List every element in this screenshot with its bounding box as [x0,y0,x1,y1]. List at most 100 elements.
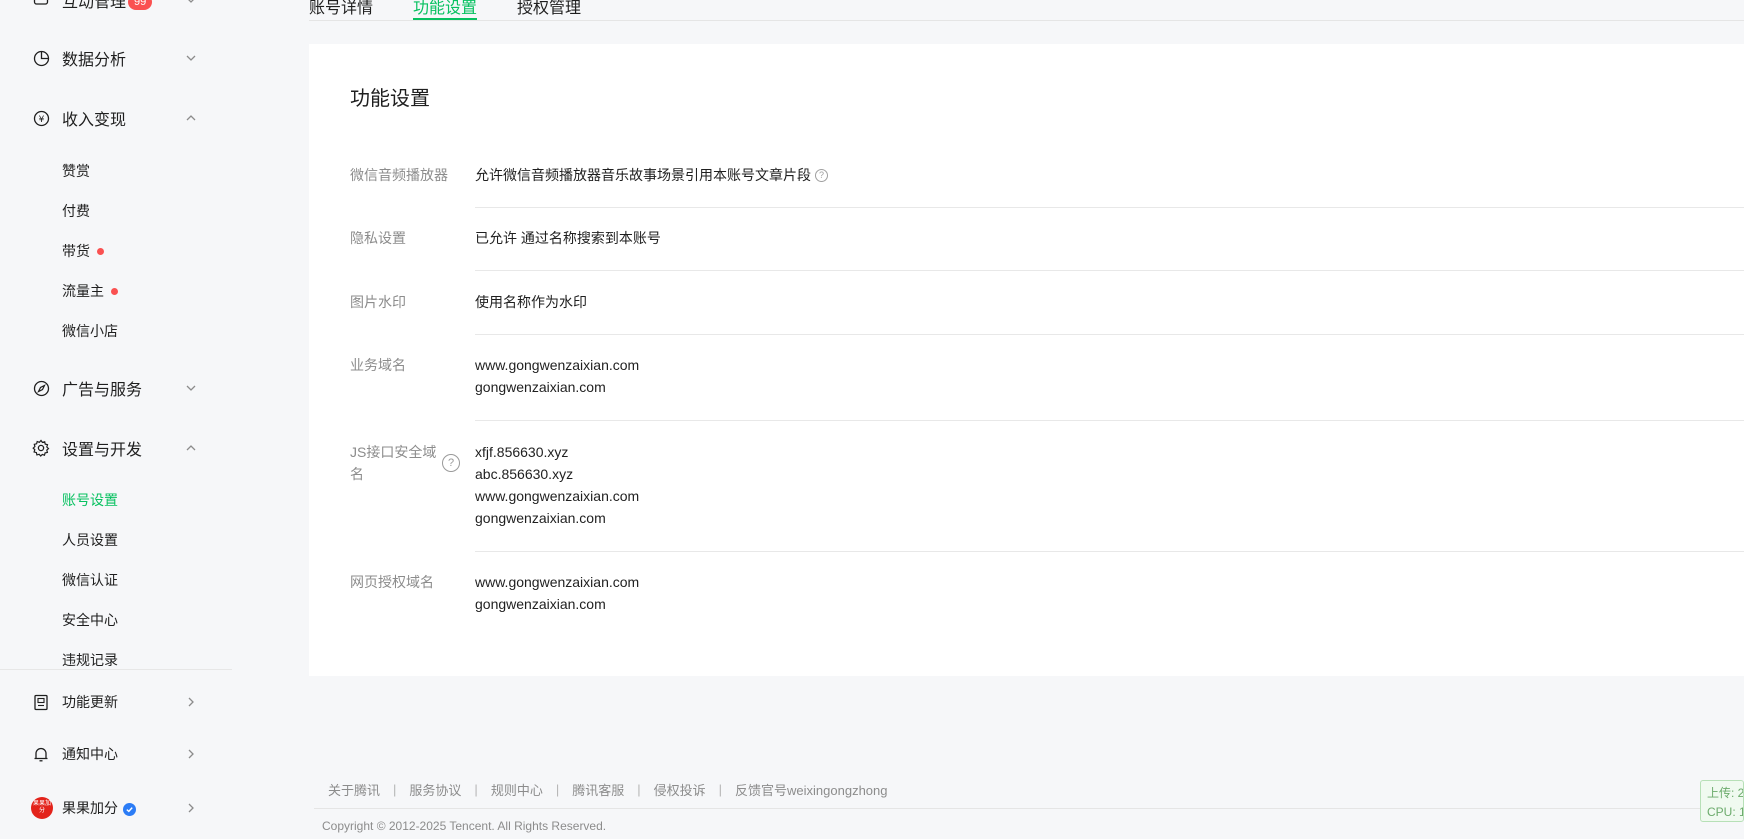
footer-separator: | [474,782,478,797]
sidebar-group-interaction[interactable]: 互动管理 99 [0,0,232,22]
domain-value: www.gongwenzaixian.com [475,357,640,373]
row-label: 图片水印 [350,294,406,310]
sidebar-group-data-analysis[interactable]: 数据分析 [0,36,232,80]
row-label-line: 名 [350,466,364,482]
footer-link-about[interactable]: 关于腾讯 [328,780,380,799]
page-title: 功能设置 [350,88,430,110]
footer-link-rules[interactable]: 规则中心 [491,780,543,799]
tab-feature-settings[interactable]: 功能设置 [413,0,477,18]
account-switcher[interactable]: 果果加分 果果加分 [0,786,232,830]
row-label-line: JS接口安全域 [350,444,437,460]
sidebar-item-label: 付费 [62,203,90,219]
notification-dot [97,247,104,255]
sidebar-item-account-settings[interactable]: 账号设置 [62,489,118,511]
sidebar-group-label: 数据分析 [62,52,127,69]
footer-separator: | [393,782,397,797]
sidebar-item-wechat-verification[interactable]: 微信认证 [62,569,118,591]
sidebar-item-feature-updates[interactable]: 功能更新 [0,680,232,724]
sidebar-group-ads-services[interactable]: 广告与服务 [0,366,232,410]
row-value-list: www.gongwenzaixian.com gongwenzaixian.co… [475,354,639,398]
copyright: Copyright © 2012-2025 Tencent. All Right… [322,819,607,833]
sidebar-item-label: 带货 [62,243,90,259]
sidebar-divider [0,669,232,670]
footer-links: 关于腾讯 | 服务协议 | 规则中心 | 腾讯客服 | 侵权投诉 | 反馈官号w… [328,780,888,799]
sidebar-item-label: 微信认证 [62,572,118,588]
verified-icon [123,802,136,816]
row-value-text: 允许微信音频播放器音乐故事场景引用本账号文章片段 [475,167,811,183]
domain-value: gongwenzaixian.com [475,510,606,526]
footer-link-terms[interactable]: 服务协议 [409,780,461,799]
pie-chart-icon [32,49,50,67]
footer-link-feedback[interactable]: 反馈官号weixingongzhong [735,780,887,799]
sidebar-item-member-settings[interactable]: 人员设置 [62,529,118,551]
avatar: 果果加分 [31,797,53,819]
row-value-list: xfjf.856630.xyz abc.856630.xyz www.gongw… [475,441,639,529]
sidebar-item-label: 人员设置 [62,532,118,548]
help-icon[interactable]: ? [442,454,460,472]
chevron-right-icon [184,747,198,761]
footer-separator: | [637,782,641,797]
row-label: 业务域名 [350,357,406,373]
sidebar: 互动管理 99 数据分析 ¥ 收入变现 赞赏 付费 带货 流量主 微信小店 广告… [0,0,232,839]
domain-value: www.gongwenzaixian.com [475,574,640,590]
active-tab-indicator [413,18,477,20]
row-value: 使用名称作为水印 [475,294,587,310]
cpu-status-line: CPU: 1 [1707,805,1744,819]
account-name: 果果加分 [62,800,118,816]
tab-bar: 账号详情 功能设置 授权管理 [309,0,1744,21]
sidebar-group-settings-dev[interactable]: 设置与开发 [0,426,232,470]
row-divider [475,207,1744,208]
sidebar-item-label: 账号设置 [62,492,118,508]
domain-value: gongwenzaixian.com [475,379,606,395]
chevron-down-icon [184,51,198,65]
sidebar-item-paid[interactable]: 付费 [62,200,90,222]
footer-link-support[interactable]: 腾讯客服 [572,780,624,799]
upload-status-line: 上传: 2 [1707,786,1744,800]
bell-icon [32,745,50,763]
feature-settings-card: 功能设置 微信音频播放器 允许微信音频播放器音乐故事场景引用本账号文章片段? 隐… [309,44,1744,676]
chevron-up-icon [184,441,198,455]
sidebar-item-violation-records[interactable]: 违规记录 [62,649,118,671]
yuan-icon: ¥ [32,109,50,127]
count-badge: 99 [128,0,153,10]
chat-icon [32,0,50,9]
sidebar-item-security-center[interactable]: 安全中心 [62,609,118,631]
sidebar-item-wechat-shop[interactable]: 微信小店 [62,320,118,342]
sidebar-item-label: 功能更新 [62,694,118,710]
footer-divider [314,808,1744,809]
account-name-wrap: 果果加分 [62,798,136,818]
row-divider [475,334,1744,335]
sidebar-item-sales[interactable]: 带货 [62,240,104,262]
sidebar-group-label: 互动管理 [62,0,127,11]
sidebar-group-income[interactable]: ¥ 收入变现 [0,96,232,140]
chevron-down-icon [184,0,198,7]
tab-authorization-management[interactable]: 授权管理 [517,0,581,18]
row-label: JS接口安全域 名 [350,441,436,485]
help-icon[interactable]: ? [815,168,828,182]
row-label: 网页授权域名 [350,574,434,590]
row-divider [475,270,1744,271]
row-value-list: www.gongwenzaixian.com gongwenzaixian.co… [475,571,639,615]
sidebar-item-reward[interactable]: 赞赏 [62,160,90,182]
sidebar-item-label: 赞赏 [62,163,90,179]
svg-text:¥: ¥ [38,115,44,125]
sidebar-item-label: 安全中心 [62,612,118,628]
domain-value: abc.856630.xyz [475,466,574,482]
footer-separator: | [718,782,723,797]
domain-value: www.gongwenzaixian.com [475,488,640,504]
notification-dot [111,287,118,295]
sidebar-item-notification-center[interactable]: 通知中心 [0,732,232,776]
sidebar-item-label: 微信小店 [62,323,118,339]
footer-link-infringement[interactable]: 侵权投诉 [654,780,706,799]
row-label: 微信音频播放器 [350,167,448,183]
domain-value: gongwenzaixian.com [475,596,606,612]
compass-icon [32,379,50,397]
tab-account-details[interactable]: 账号详情 [309,0,373,18]
sidebar-group-label: 设置与开发 [62,442,143,459]
upload-status-widget[interactable]: 上传: 2 CPU: 1 [1700,780,1744,822]
row-value: 已允许 通过名称搜索到本账号 [475,230,661,246]
sidebar-item-traffic-owner[interactable]: 流量主 [62,280,118,302]
row-divider [475,551,1744,552]
footer-separator: | [555,782,560,797]
document-icon [32,693,50,711]
